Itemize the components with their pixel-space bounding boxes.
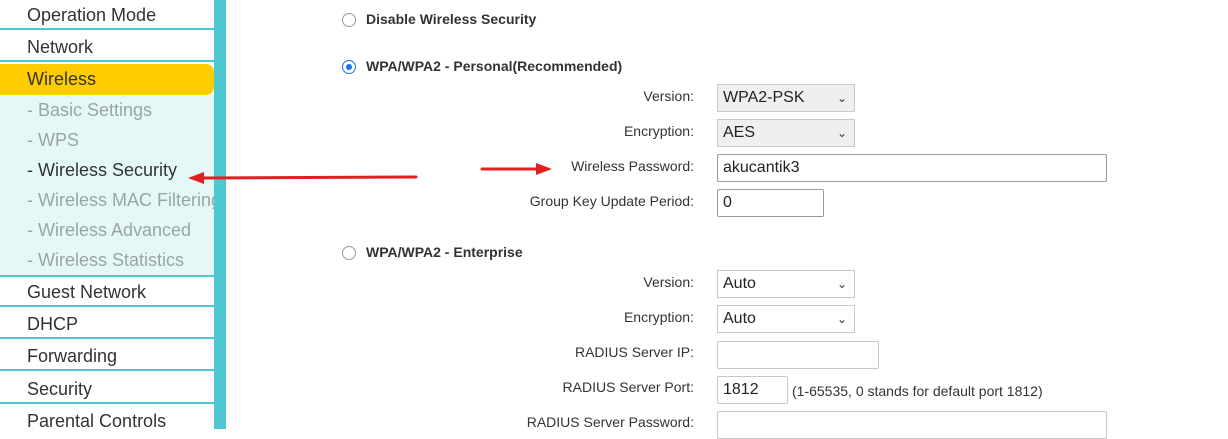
disable-security-label: Disable Wireless Security — [366, 11, 537, 27]
radius-ip-input[interactable] — [717, 341, 879, 369]
submenu-item-wps[interactable]: - WPS — [27, 125, 217, 155]
annotation-arrow-left — [188, 172, 418, 184]
radius-port-input[interactable]: 1812 — [717, 376, 788, 404]
personal-encryption-value: AES — [723, 124, 756, 141]
chevron-down-icon: ⌄ — [836, 312, 847, 326]
radius-ip-label: RADIUS Server IP: — [574, 344, 694, 360]
sidebar-item-operation-mode[interactable]: Operation Mode — [0, 0, 214, 30]
radius-password-input[interactable] — [717, 411, 1107, 439]
chevron-down-icon: ⌄ — [836, 91, 847, 105]
chevron-down-icon: ⌄ — [836, 277, 847, 291]
radius-port-hint: (1-65535, 0 stands for default port 1812… — [792, 383, 1043, 399]
sidebar-item-security[interactable]: Security — [0, 374, 214, 404]
sidebar-border — [214, 0, 226, 429]
submenu-item-basic-settings[interactable]: - Basic Settings — [27, 95, 217, 125]
radius-password-label: RADIUS Server Password: — [526, 414, 694, 430]
wpa-personal-radio[interactable] — [342, 60, 356, 74]
enterprise-version-select[interactable]: Auto ⌄ — [717, 270, 855, 298]
wireless-password-input[interactable]: akucantik3 — [717, 154, 1107, 182]
sidebar-item-parental-controls[interactable]: Parental Controls — [0, 406, 214, 436]
disable-security-radio[interactable] — [342, 13, 356, 27]
annotation-arrow-right — [480, 163, 552, 175]
sidebar-item-network[interactable]: Network — [0, 32, 214, 62]
enterprise-encryption-label: Encryption: — [623, 309, 694, 325]
submenu-item-wireless-advanced[interactable]: - Wireless Advanced — [27, 215, 217, 245]
wpa-enterprise-label: WPA/WPA2 - Enterprise — [366, 244, 523, 260]
personal-version-select[interactable]: WPA2-PSK ⌄ — [717, 84, 855, 112]
enterprise-encryption-select[interactable]: Auto ⌄ — [717, 305, 855, 333]
personal-encryption-label: Encryption: — [623, 123, 694, 139]
enterprise-version-value: Auto — [723, 275, 756, 292]
enterprise-encryption-value: Auto — [723, 310, 756, 327]
personal-version-label: Version: — [643, 88, 694, 104]
submenu-item-wireless-mac-filtering[interactable]: - Wireless MAC Filtering — [27, 185, 217, 215]
sidebar: Operation Mode Network Wireless - Basic … — [0, 0, 217, 431]
submenu-item-wireless-statistics[interactable]: - Wireless Statistics — [27, 245, 217, 275]
chevron-down-icon: ⌄ — [836, 126, 847, 140]
enterprise-version-label: Version: — [643, 274, 694, 290]
group-key-input[interactable]: 0 — [717, 189, 824, 217]
personal-version-value: WPA2-PSK — [723, 89, 805, 106]
sidebar-item-wireless[interactable]: Wireless — [0, 64, 214, 95]
sidebar-item-dhcp[interactable]: DHCP — [0, 309, 214, 339]
wpa-personal-label: WPA/WPA2 - Personal(Recommended) — [366, 58, 623, 74]
sidebar-item-forwarding[interactable]: Forwarding — [0, 341, 214, 371]
radius-port-label: RADIUS Server Port: — [562, 379, 694, 395]
sidebar-item-guest-network[interactable]: Guest Network — [0, 277, 214, 307]
group-key-label: Group Key Update Period: — [529, 193, 694, 209]
wpa-enterprise-radio[interactable] — [342, 246, 356, 260]
personal-encryption-select[interactable]: AES ⌄ — [717, 119, 855, 147]
